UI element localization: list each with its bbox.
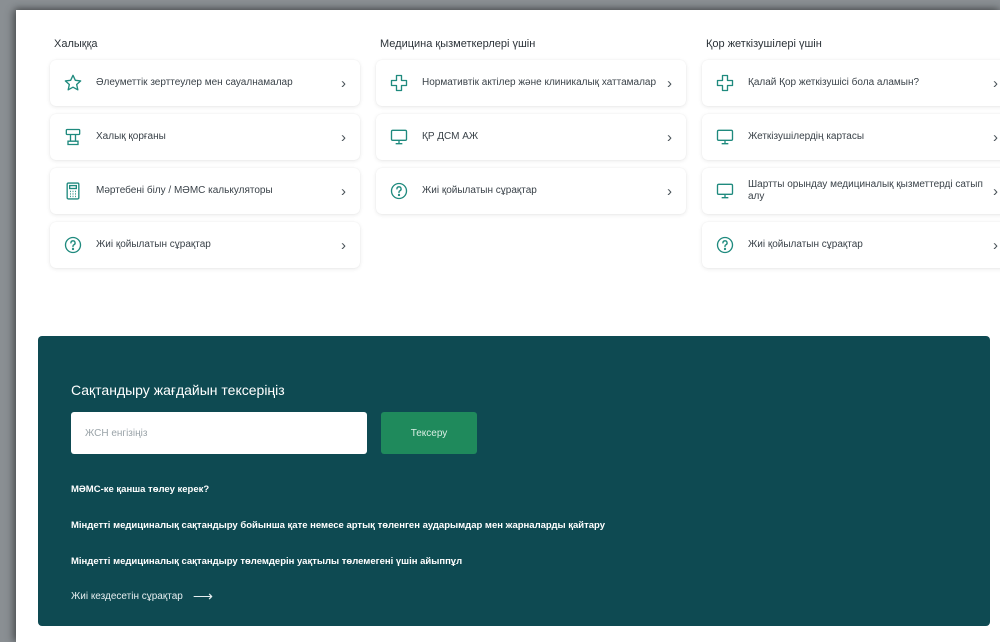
medical-cross-icon (388, 72, 410, 94)
chevron-right-icon: › (993, 236, 998, 254)
service-card-label: Қалай Қор жеткізушісі бола аламын? (748, 77, 920, 88)
monitor-icon (388, 126, 410, 148)
arrow-right-icon: ⟶ (192, 588, 213, 604)
refund-link[interactable]: Міндетті медициналық сақтандыру бойынша … (71, 520, 605, 531)
service-card-label: ҚР ДСМ АЖ (422, 131, 479, 142)
chevron-right-icon: › (341, 74, 346, 92)
iin-input[interactable] (71, 412, 367, 454)
faq-link[interactable]: Жиі кездесетін сұрақтар ⟶ (71, 588, 213, 605)
calculator-icon (62, 180, 84, 202)
question-icon (388, 180, 410, 202)
column-title: Қор жеткізушілері үшін (706, 38, 822, 50)
chevron-right-icon: › (993, 128, 998, 146)
page: Халыққа Әлеуметтік зерттеулер мен сауална… (16, 10, 1000, 642)
faq-link-label: Жиі кездесетін сұрақтар (71, 591, 183, 602)
service-card-label: Жиі қойылатын сұрақтар (422, 185, 537, 196)
service-card[interactable]: Қалай Қор жеткізушісі бола аламын? › (702, 60, 1000, 106)
medical-cross-icon (714, 72, 736, 94)
service-card-label: Мәртебені білу / МӘМС калькуляторы (96, 185, 273, 196)
chevron-right-icon: › (341, 128, 346, 146)
service-card[interactable]: Жиі қойылатын сұрақтар › (50, 222, 360, 268)
how-much-to-pay-link[interactable]: МӘМС-ке қанша төлеу керек? (71, 484, 209, 495)
column-1: Халыққа Әлеуметтік зерттеулер мен сауална… (50, 38, 360, 276)
question-icon (62, 234, 84, 256)
service-card-label: Нормативтік актілер және клиникалық хатт… (422, 77, 657, 88)
service-card[interactable]: Жиі қойылатын сұрақтар › (702, 222, 1000, 268)
insurance-title: Сақтандыру жағдайын тексеріңіз (71, 382, 285, 398)
service-card-label: Шартты орындау медициналық қызметтерді с… (748, 179, 983, 202)
document-stamp-icon (62, 126, 84, 148)
question-icon (714, 234, 736, 256)
service-card[interactable]: Жеткізушілердің картасы › (702, 114, 1000, 160)
service-card[interactable]: Шартты орындау медициналық қызметтерді с… (702, 168, 1000, 214)
column-title: Халыққа (54, 38, 98, 50)
service-card-label: Жеткізушілердің картасы (748, 131, 865, 142)
monitor-icon (714, 180, 736, 202)
chevron-right-icon: › (993, 74, 998, 92)
insurance-check-banner: Сақтандыру жағдайын тексеріңіз Тексеру М… (38, 336, 990, 626)
service-card-label: Әлеуметтік зерттеулер мен сауалнамалар (96, 77, 293, 88)
column-title: Медицина қызметкерлері үшін (380, 38, 536, 50)
column-3: Қор жеткізушілері үшін Қалай Қор жеткізуш… (702, 38, 1000, 276)
chevron-right-icon: › (667, 182, 672, 200)
star-icon (62, 72, 84, 94)
service-card-label: Халық қорғаны (96, 131, 166, 142)
service-card-label: Жиі қойылатын сұрақтар (748, 239, 863, 250)
penalty-link[interactable]: Міндетті медициналық сақтандыру төлемдер… (71, 556, 462, 567)
chevron-right-icon: › (993, 182, 998, 200)
service-card-label: Жиі қойылатын сұрақтар (96, 239, 211, 250)
monitor-icon (714, 126, 736, 148)
column-2: Медицина қызметкерлері үшін Нормативтік а… (376, 38, 686, 222)
service-card[interactable]: Мәртебені білу / МӘМС калькуляторы › (50, 168, 360, 214)
chevron-right-icon: › (341, 182, 346, 200)
service-card[interactable]: Нормативтік актілер және клиникалық хатт… (376, 60, 686, 106)
service-card[interactable]: Жиі қойылатын сұрақтар › (376, 168, 686, 214)
service-card[interactable]: ҚР ДСМ АЖ › (376, 114, 686, 160)
check-button[interactable]: Тексеру (381, 412, 477, 454)
service-card[interactable]: Әлеуметтік зерттеулер мен сауалнамалар › (50, 60, 360, 106)
chevron-right-icon: › (341, 236, 346, 254)
chevron-right-icon: › (667, 128, 672, 146)
chevron-right-icon: › (667, 74, 672, 92)
service-card[interactable]: Халық қорғаны › (50, 114, 360, 160)
